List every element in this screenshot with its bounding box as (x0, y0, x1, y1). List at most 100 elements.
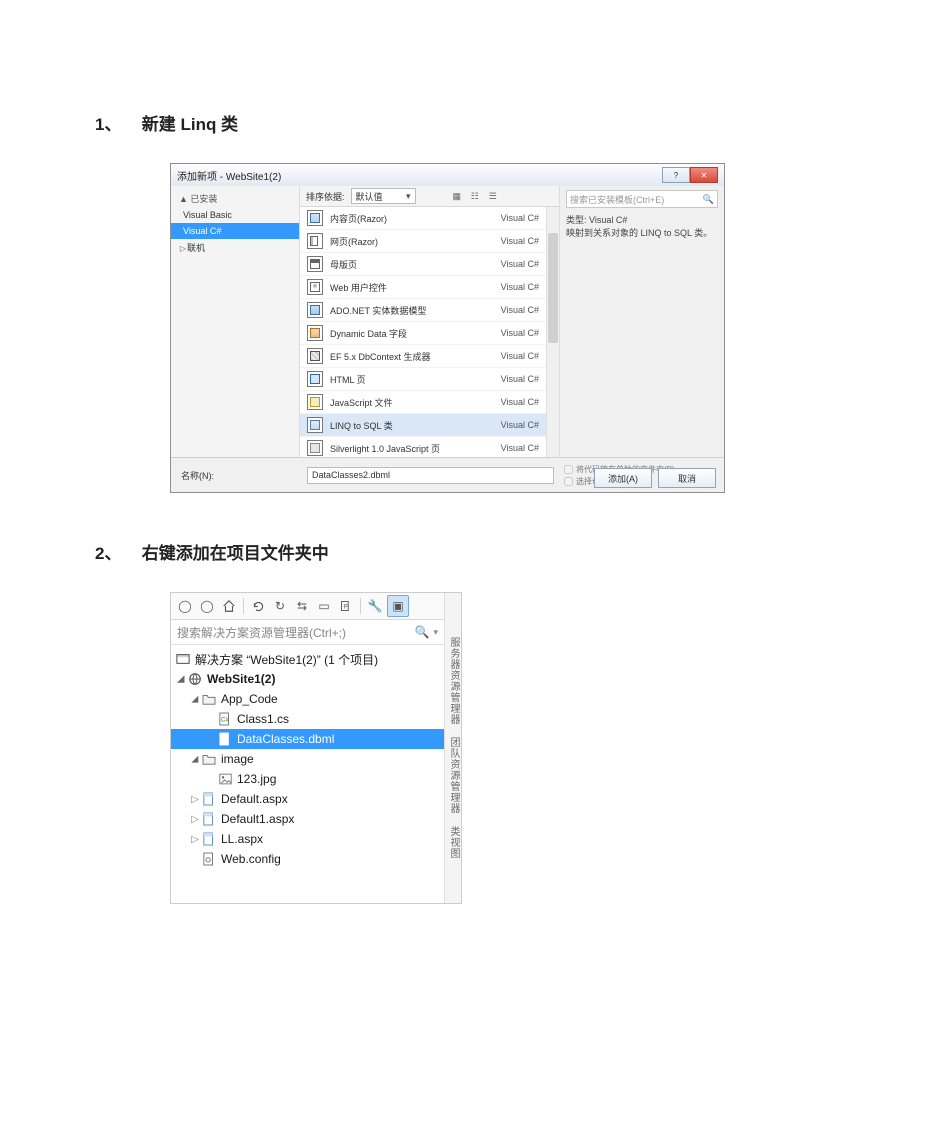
solution-explorer-panel: ◯ ◯ ↻ ⇆ ▭ P 🔧 ▣ 搜索解决方案资源 (170, 592, 462, 904)
template-row[interactable]: 母版页Visual C# (300, 253, 559, 276)
template-row[interactable]: Web 用户控件Visual C# (300, 276, 559, 299)
svg-text:C#: C# (221, 718, 229, 724)
solution-node[interactable]: 解决方案 “WebSite1(2)” (1 个项目) (171, 649, 444, 669)
se-search-icon: 🔍 (415, 625, 430, 639)
file-default-aspx[interactable]: Default.aspx (171, 789, 444, 809)
aspx-file-icon (201, 811, 217, 827)
step1-title: 新建 Linq 类 (142, 115, 238, 134)
tree-toggle[interactable] (189, 834, 201, 845)
globe-icon (187, 671, 203, 687)
name-input[interactable]: DataClasses2.dbml (307, 467, 554, 484)
se-search-dropdown-icon[interactable]: ▾ (433, 627, 438, 638)
file-ll-aspx[interactable]: LL.aspx (171, 829, 444, 849)
template-row[interactable]: JavaScript 文件Visual C# (300, 391, 559, 414)
silver-template-icon (306, 440, 324, 456)
desc-text: 映射到关系对象的 LINQ to SQL 类。 (566, 227, 718, 240)
template-row[interactable]: 网页(Razor)Visual C# (300, 230, 559, 253)
svg-text:P: P (344, 604, 348, 610)
template-label: 内容页(Razor) (330, 212, 501, 225)
tree-toggle[interactable] (189, 754, 201, 765)
step1-heading: 1、 新建 Linq 类 (95, 110, 845, 135)
show-all-icon[interactable]: ▭ (314, 596, 334, 616)
add-button[interactable]: 添加(A) (594, 468, 652, 488)
solution-tree: 解决方案 “WebSite1(2)” (1 个项目) WebSite1(2) A… (171, 645, 444, 879)
step2-num: 2、 (95, 539, 137, 564)
description-panel: 搜索已安装模板(Ctrl+E) 🔍 类型: Visual C# 映射到关系对象的… (559, 186, 724, 458)
step2-title: 右键添加在项目文件夹中 (142, 544, 329, 563)
desc-type: 类型: Visual C# (566, 214, 718, 227)
installed-header[interactable]: ▲ 已安装 (171, 190, 299, 207)
tree-toggle[interactable] (175, 674, 187, 685)
view-small-icon[interactable]: ▦ (451, 190, 463, 202)
scrollbar-thumb[interactable] (548, 233, 558, 343)
category-visual-basic[interactable]: Visual Basic (171, 207, 299, 223)
category-visual-csharp[interactable]: Visual C# (171, 223, 299, 239)
preview-icon[interactable]: ▣ (387, 595, 409, 617)
properties-icon[interactable]: P (336, 596, 356, 616)
view-medium-icon[interactable]: ☷ (469, 190, 481, 202)
help-button[interactable]: ? (662, 167, 690, 183)
aspx-file-icon (201, 791, 217, 807)
ef-template-icon (306, 348, 324, 364)
add-new-item-dialog: 添加新项 - WebSite1(2) ? ✕ ▲ 已安装 Visual Basi… (170, 163, 725, 493)
template-row[interactable]: HTML 页Visual C# (300, 368, 559, 391)
tree-toggle[interactable] (205, 734, 217, 745)
scrollbar[interactable] (546, 207, 559, 458)
view-list-icon[interactable]: ☰ (487, 190, 499, 202)
file-123jpg[interactable]: 123.jpg (171, 769, 444, 789)
template-row[interactable]: EF 5.x DbContext 生成器Visual C# (300, 345, 559, 368)
collapse-icon[interactable]: ⇆ (292, 596, 312, 616)
tree-toggle[interactable] (189, 694, 201, 705)
template-row[interactable]: Dynamic Data 字段Visual C# (300, 322, 559, 345)
template-label: EF 5.x DbContext 生成器 (330, 350, 501, 363)
image-file-icon (217, 771, 233, 787)
dialog-title: 添加新项 - WebSite1(2) (177, 168, 662, 183)
template-list: 内容页(Razor)Visual C#网页(Razor)Visual C#母版页… (300, 207, 559, 458)
folder-app-code[interactable]: App_Code (171, 689, 444, 709)
se-toolbar: ◯ ◯ ↻ ⇆ ▭ P 🔧 ▣ (171, 593, 444, 620)
user-template-icon (306, 279, 324, 295)
file-dataclasses[interactable]: DataClasses.dbml (171, 729, 444, 749)
template-row[interactable]: ADO.NET 实体数据模型Visual C# (300, 299, 559, 322)
file-default1-aspx[interactable]: Default1.aspx (171, 809, 444, 829)
template-row[interactable]: Silverlight 1.0 JavaScript 页Visual C# (300, 437, 559, 458)
cancel-button[interactable]: 取消 (658, 468, 716, 488)
wrench-icon[interactable]: 🔧 (365, 596, 385, 616)
back-icon[interactable]: ◯ (175, 596, 195, 616)
sort-label: 排序依据: (306, 190, 345, 203)
template-label: Web 用户控件 (330, 281, 501, 294)
sort-combo[interactable]: 默认值▾ (351, 188, 416, 204)
file-class1[interactable]: C# Class1.cs (171, 709, 444, 729)
template-list-panel: 排序依据: 默认值▾ ▦ ☷ ☰ 内容页(Razor)Visual C#网页(R… (300, 186, 559, 458)
template-row[interactable]: LINQ to SQL 类Visual C# (300, 414, 559, 437)
template-search-input[interactable]: 搜索已安装模板(Ctrl+E) 🔍 (566, 190, 718, 208)
close-button[interactable]: ✕ (690, 167, 718, 183)
ado-template-icon (306, 302, 324, 318)
template-label: Dynamic Data 字段 (330, 327, 501, 340)
refresh-icon[interactable] (248, 596, 268, 616)
template-label: 母版页 (330, 258, 501, 271)
master-template-icon (306, 256, 324, 272)
online-header[interactable]: ▷联机 (171, 239, 299, 256)
tree-toggle[interactable] (189, 814, 201, 825)
dialog-titlebar[interactable]: 添加新项 - WebSite1(2) ? ✕ (171, 164, 724, 187)
se-search-input[interactable]: 搜索解决方案资源管理器(Ctrl+;) 🔍▾ (171, 620, 444, 645)
csharp-file-icon: C# (217, 711, 233, 727)
step2-heading: 2、 右键添加在项目文件夹中 (95, 539, 845, 564)
template-row[interactable]: 内容页(Razor)Visual C# (300, 207, 559, 230)
category-panel: ▲ 已安装 Visual Basic Visual C# ▷联机 (171, 186, 300, 458)
folder-image[interactable]: image (171, 749, 444, 769)
search-placeholder: 搜索已安装模板(Ctrl+E) (570, 193, 664, 206)
se-side-tabs[interactable]: 服务器资源管理器 团队资源管理器 类视图 (444, 593, 461, 903)
solution-icon (175, 651, 191, 667)
tree-toggle[interactable] (189, 794, 201, 805)
file-webconfig[interactable]: Web.config (171, 849, 444, 869)
razor-template-icon (306, 210, 324, 226)
project-node[interactable]: WebSite1(2) (171, 669, 444, 689)
forward-icon[interactable]: ◯ (197, 596, 217, 616)
folder-icon (201, 751, 217, 767)
sync-icon[interactable]: ↻ (270, 596, 290, 616)
step1-num: 1、 (95, 110, 137, 135)
template-label: 网页(Razor) (330, 235, 501, 248)
home-icon[interactable] (219, 596, 239, 616)
